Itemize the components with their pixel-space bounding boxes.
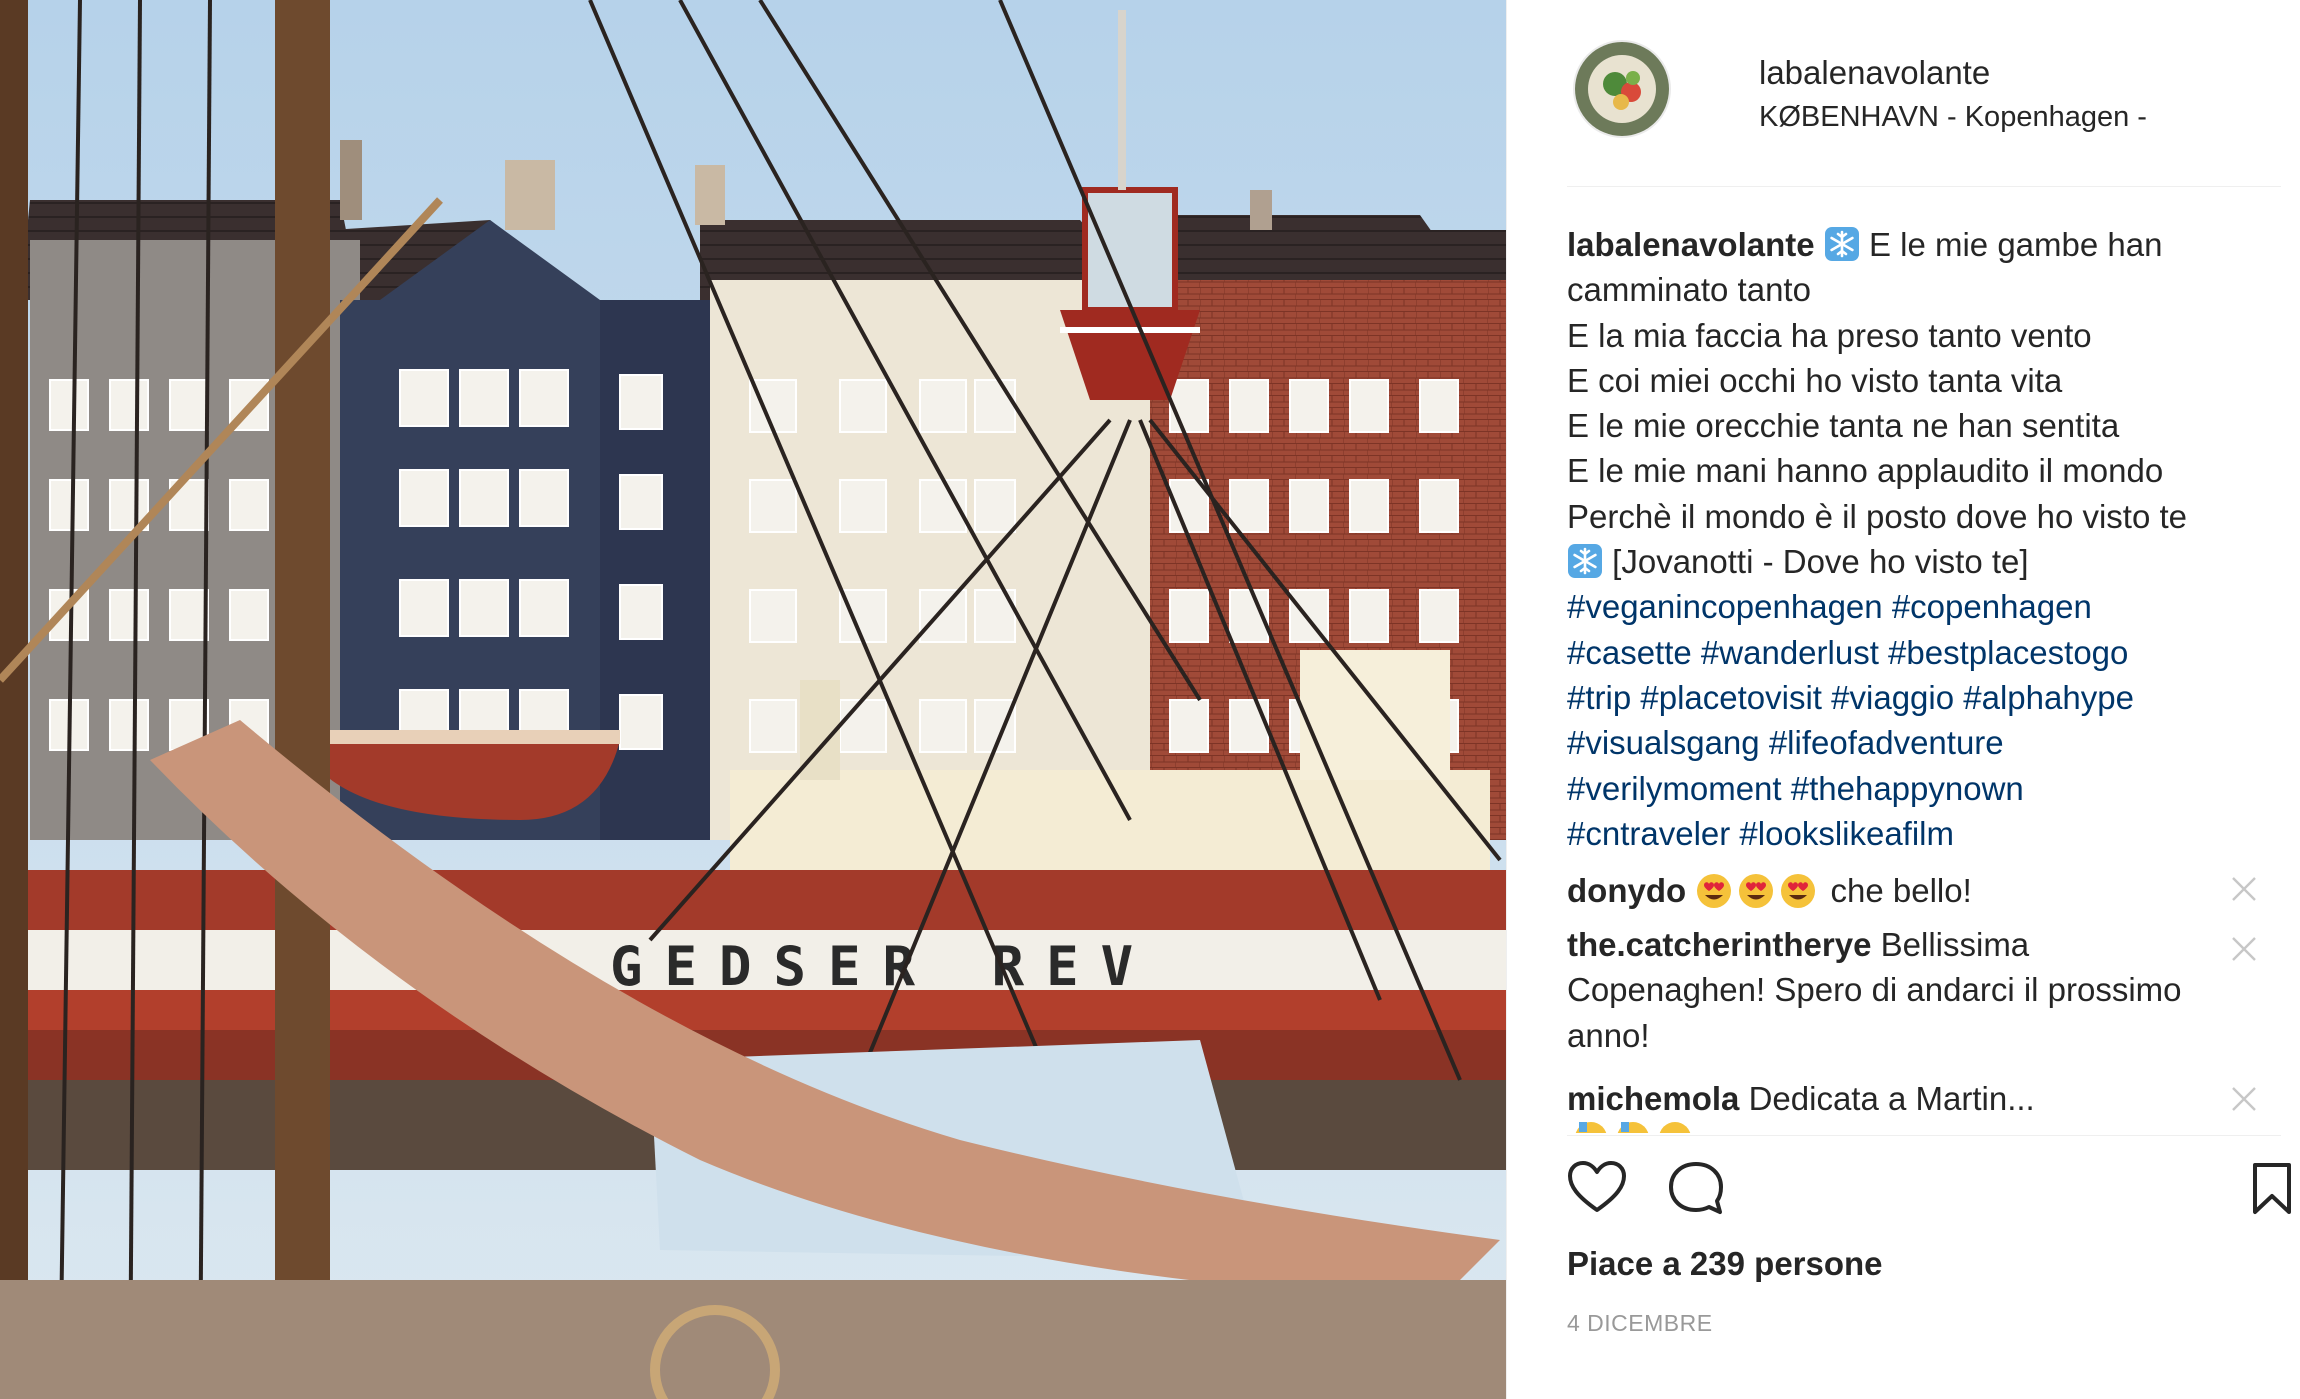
- comment-item: michemola Dedicata a Martin...: [1567, 1076, 2247, 1121]
- svg-text:GEDSER REV: GEDSER REV: [610, 935, 1155, 998]
- comment-username[interactable]: michemola: [1567, 1080, 1739, 1117]
- comment-text: Dedicata a Martin...: [1748, 1080, 2035, 1117]
- hashtag-link[interactable]: #placetovisit: [1640, 679, 1822, 716]
- hashtag-link[interactable]: #trip: [1567, 679, 1631, 716]
- hashtag-link[interactable]: #bestplacestogo: [1888, 634, 2128, 671]
- caption-line: Perchè il mondo è il posto dove ho visto…: [1567, 497, 2188, 535]
- caption-username[interactable]: labalenavolante: [1567, 226, 1815, 263]
- comment-icon[interactable]: [1667, 1160, 1725, 1216]
- comment-text: Copenaghen! Spero di andarci il prossimo: [1567, 971, 2182, 1009]
- harbor-photo: GEDSER REV: [0, 0, 1506, 1399]
- snowflake-emoji: [1568, 544, 1602, 579]
- food-avatar-icon: [1575, 42, 1669, 136]
- hashtag-link[interactable]: #lifeofadventure: [1769, 724, 2004, 761]
- avatar[interactable]: [1573, 40, 1671, 138]
- heart-eyes-emoji: [1697, 874, 1732, 908]
- heart-eyes-emoji: [1739, 874, 1774, 908]
- post-caption: labalenavolante E le mie gambe han cammi…: [1567, 222, 2287, 856]
- caption-line: [Jovanotti - Dove ho visto te]: [1612, 543, 2029, 581]
- close-icon[interactable]: [2231, 1086, 2257, 1112]
- caption-line: camminato tanto: [1567, 271, 1811, 309]
- comment-text: Bellissima: [1880, 926, 2030, 963]
- hashtag-link[interactable]: #viaggio: [1831, 679, 1954, 716]
- comment-item: donydo che bello!: [1567, 868, 2247, 913]
- hashtag-link[interactable]: #veganincopenhagen: [1567, 588, 1883, 625]
- caption-line: E le mie orecchie tanta ne han sentita: [1567, 407, 2120, 445]
- comments-divider: [1567, 1135, 2281, 1136]
- comment-item: the.catcherintherye Bellissima Copenaghe…: [1567, 922, 2247, 1058]
- hashtag-link[interactable]: #lookslikeafilm: [1739, 815, 1954, 852]
- close-icon[interactable]: [2231, 936, 2257, 962]
- hashtag-link[interactable]: #casette: [1567, 634, 1692, 671]
- heart-icon[interactable]: [1567, 1160, 1627, 1216]
- snowflake-emoji: [1824, 227, 1859, 261]
- hashtag-link[interactable]: #verilymoment: [1567, 770, 1782, 807]
- comment-emoji-overflow: [1567, 1118, 1767, 1133]
- action-bar: [1567, 1160, 2291, 1220]
- post-sidebar: labalenavolante KØBENHAVN - Kopenhagen -…: [1506, 0, 2300, 1399]
- heart-eyes-emoji: [1781, 874, 1816, 908]
- close-icon[interactable]: [2231, 876, 2257, 902]
- caption-line: E le mie gambe han: [1868, 226, 2163, 263]
- comment-text: che bello!: [1830, 872, 1972, 909]
- header-divider: [1567, 186, 2281, 187]
- bookmark-icon[interactable]: [2251, 1162, 2293, 1216]
- caption-line: E la mia faccia ha preso tanto vento: [1567, 316, 2092, 354]
- likes-count[interactable]: Piace a 239 persone: [1567, 1245, 1883, 1283]
- post-location[interactable]: KØBENHAVN - Kopenhagen -: [1759, 101, 2147, 134]
- hashtag-link[interactable]: #thehappynown: [1791, 770, 2024, 807]
- post-username[interactable]: labalenavolante: [1759, 54, 1990, 92]
- caption-line: E le mie mani hanno applaudito il mondo: [1567, 452, 2164, 490]
- comment-text: anno!: [1567, 1016, 1650, 1054]
- hashtag-link[interactable]: #wanderlust: [1701, 634, 1879, 671]
- hashtag-link[interactable]: #cntraveler: [1567, 815, 1730, 852]
- post-header: labalenavolante KØBENHAVN - Kopenhagen -: [1567, 40, 2267, 140]
- hashtag-link[interactable]: #visualsgang: [1567, 724, 1760, 761]
- hashtag-link[interactable]: #copenhagen: [1892, 588, 2092, 625]
- comment-username[interactable]: donydo: [1567, 872, 1686, 909]
- post-date[interactable]: 4 DICEMBRE: [1567, 1310, 1713, 1337]
- post-photo[interactable]: GEDSER REV: [0, 0, 1506, 1399]
- crying-emoji: [1575, 1122, 1691, 1133]
- caption-line: E coi miei occhi ho visto tanta vita: [1567, 361, 2063, 399]
- hashtag-link[interactable]: #alphahype: [1963, 679, 2134, 716]
- comment-username[interactable]: the.catcherintherye: [1567, 926, 1871, 963]
